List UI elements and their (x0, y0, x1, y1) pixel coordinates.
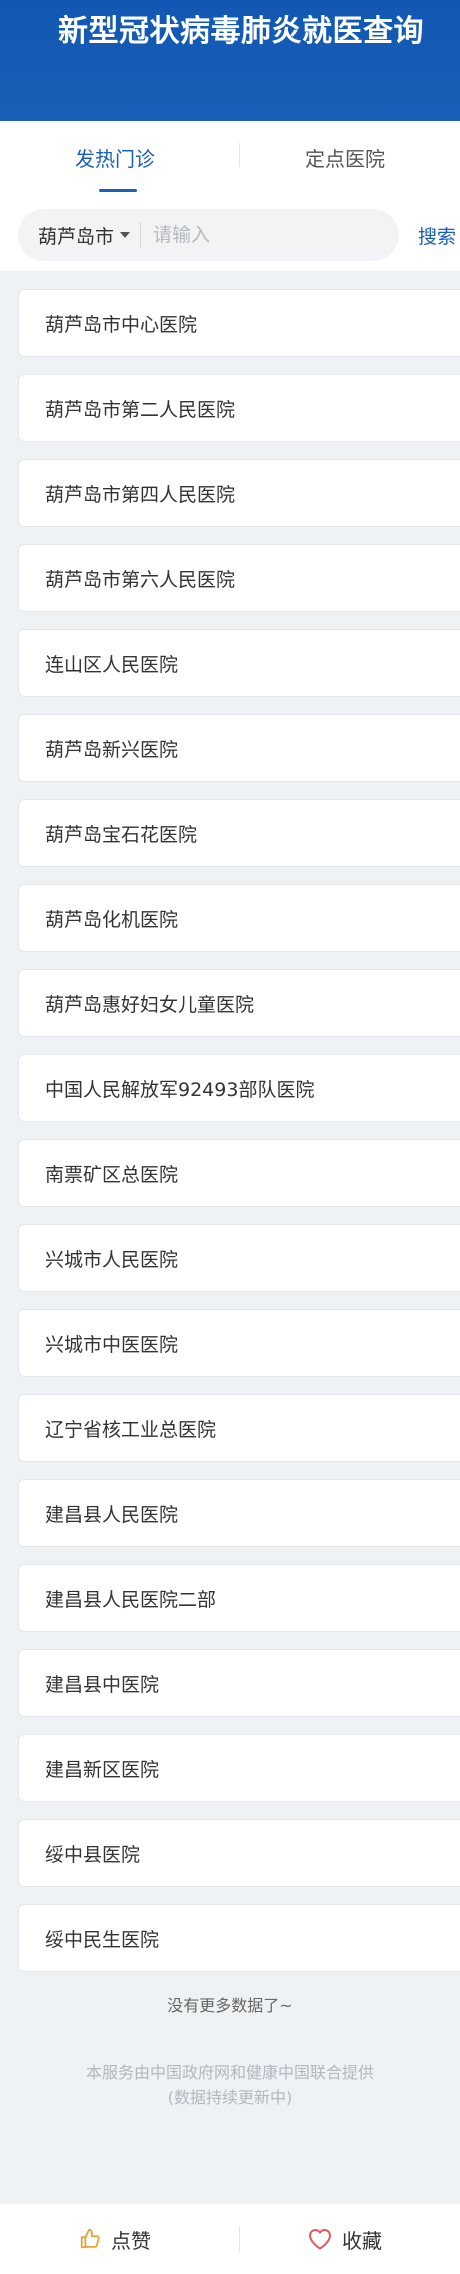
city-select-label: 葫芦岛市 (38, 225, 115, 248)
hospital-list-item[interactable]: 绥中县医院 (18, 1819, 460, 1887)
hospital-list-item[interactable]: 连山区人民医院 (18, 629, 460, 697)
header: 新型冠状病毒肺炎就医查询 (0, 0, 460, 121)
city-select[interactable]: 葫芦岛市 (18, 222, 140, 249)
hospital-list-item[interactable]: 辽宁省核工业总医院 (18, 1394, 460, 1462)
hospital-list-item[interactable]: 葫芦岛化机医院 (18, 884, 460, 952)
hospital-list-item[interactable]: 葫芦岛市第二人民医院 (18, 374, 460, 442)
favorite-button[interactable]: 收藏 (230, 2204, 460, 2274)
hospital-list-item[interactable]: 南票矿区总医院 (18, 1139, 460, 1207)
search-input[interactable] (141, 224, 362, 246)
like-button[interactable]: 点赞 (0, 2204, 230, 2274)
hospital-list-item[interactable]: 葫芦岛惠好妇女儿童医院 (18, 969, 460, 1037)
hospital-list-item[interactable]: 葫芦岛市第六人民医院 (18, 544, 460, 612)
bottom-bar: 点赞 收藏 (0, 2204, 460, 2274)
hospital-list: 葫芦岛市中心医院 葫芦岛市第二人民医院 葫芦岛市第四人民医院 葫芦岛市第六人民医院 连山… (0, 271, 460, 1972)
hospital-list-item[interactable]: 兴城市中医医院 (18, 1309, 460, 1377)
hospital-list-item[interactable]: 葫芦岛新兴医院 (18, 714, 460, 782)
thumbs-up-icon (80, 2228, 100, 2249)
hospital-list-item[interactable]: 葫芦岛市中心医院 (18, 289, 460, 357)
hospital-list-item[interactable]: 建昌新区医院 (18, 1734, 460, 1802)
heart-icon (309, 2229, 331, 2250)
hospital-list-item[interactable]: 葫芦岛市第四人民医院 (18, 459, 460, 527)
search-box: 葫芦岛市 (18, 209, 399, 261)
tab-designated-hospital[interactable]: 定点医院 (230, 121, 460, 209)
hospital-list-item[interactable]: 葫芦岛宝石花医院 (18, 799, 460, 867)
caret-down-icon (120, 232, 131, 238)
footer-note: 本服务由中国政府网和健康中国联合提供 (数据持续更新中) (0, 2060, 460, 2110)
footer-note-line1: 本服务由中国政府网和健康中国联合提供 (85, 2063, 374, 2082)
hospital-list-item[interactable]: 建昌县人民医院二部 (18, 1564, 460, 1632)
bottom-divider (239, 2226, 240, 2252)
tab-fever-clinic[interactable]: 发热门诊 (0, 121, 230, 209)
footer-note-line2: (数据持续更新中) (167, 2088, 293, 2107)
hospital-list-item[interactable]: 中国人民解放军92493部队医院 (18, 1054, 460, 1122)
list-end-text: 没有更多数据了~ (167, 1996, 293, 2015)
favorite-label: 收藏 (342, 2228, 382, 2253)
like-label: 点赞 (111, 2228, 151, 2253)
search-button[interactable]: 搜索 (418, 222, 456, 249)
page-title: 新型冠状病毒肺炎就医查询 (58, 14, 424, 49)
hospital-list-item[interactable]: 绥中民生医院 (18, 1904, 460, 1972)
search-bar: 葫芦岛市 搜索 (0, 209, 460, 271)
hospital-list-item[interactable]: 建昌县中医院 (18, 1649, 460, 1717)
hospital-list-item[interactable]: 建昌县人民医院 (18, 1479, 460, 1547)
hospital-list-item[interactable]: 兴城市人民医院 (18, 1224, 460, 1292)
tab-bar: 发热门诊 定点医院 (0, 121, 460, 209)
